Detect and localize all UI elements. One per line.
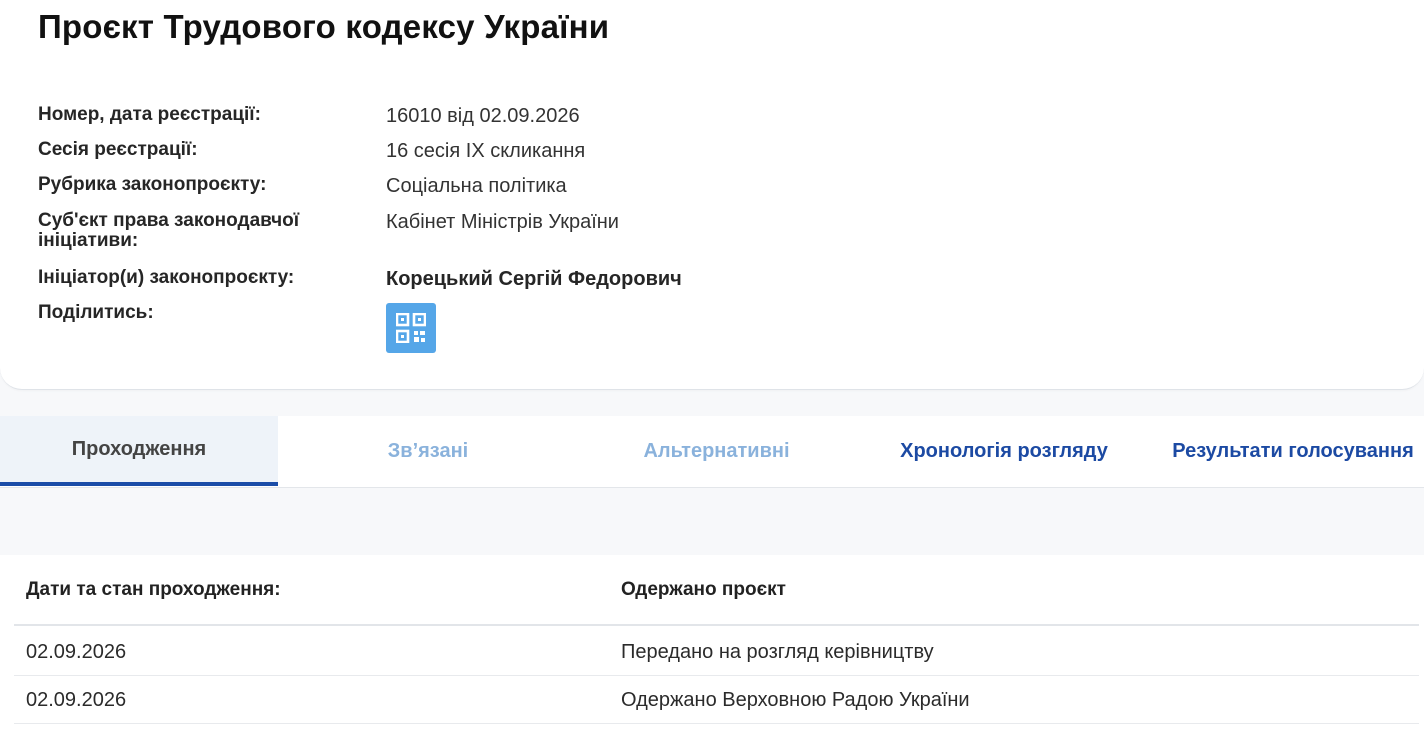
table-row: 02.09.2026 Передано на розгляд керівницт… (14, 628, 1419, 676)
table-row: 02.09.2026 Одержано Верховною Радою Укра… (14, 676, 1419, 724)
info-label: Рубрика законопроєкту: (38, 174, 267, 195)
page-title: Проєкт Трудового кодексу України (38, 8, 610, 45)
row-status: Одержано Верховною Радою України (621, 689, 970, 711)
info-value: Соціальна політика (386, 175, 567, 197)
info-value: Кабінет Міністрів України (386, 211, 619, 233)
row-date: 02.09.2026 (26, 689, 127, 711)
info-value: 16010 від 02.09.2026 (386, 105, 580, 127)
header-received: Одержано проєкт (621, 579, 786, 600)
passage-table: Дати та стан проходження: Одержано проєк… (0, 555, 1424, 750)
info-label: Суб'єкт права законодавчої ініціативи: (38, 210, 300, 251)
row-date: 02.09.2026 (26, 641, 127, 663)
row-status: Передано на розгляд керівництву (621, 641, 934, 663)
info-label: Поділитись: (38, 302, 154, 323)
info-label: Сесія реєстрації: (38, 139, 198, 160)
bill-info-card: Проєкт Трудового кодексу України Номер, … (0, 0, 1424, 390)
table-header: Дати та стан проходження: Одержано проєк… (14, 555, 1419, 626)
info-label: Номер, дата реєстрації: (38, 104, 261, 125)
tab-voting-results[interactable]: Результати голосування (1148, 416, 1424, 486)
initiator-name: Корецький Сергій Федорович (386, 268, 682, 290)
tab-passage[interactable]: Проходження (0, 416, 278, 486)
info-label: Ініціатор(и) законопроєкту: (38, 267, 295, 288)
tab-bar: Проходження Зв’язані Альтернативні Хроно… (0, 416, 1424, 488)
qr-code-icon (396, 313, 426, 343)
tab-related[interactable]: Зв’язані (283, 416, 573, 486)
header-dates-status: Дати та стан проходження: (26, 579, 281, 600)
info-value: 16 сесія IX скликання (386, 140, 586, 162)
tab-chronology[interactable]: Хронологія розгляду (860, 416, 1148, 486)
tab-alternative[interactable]: Альтернативні (573, 416, 860, 486)
qr-share-button[interactable] (386, 303, 436, 353)
